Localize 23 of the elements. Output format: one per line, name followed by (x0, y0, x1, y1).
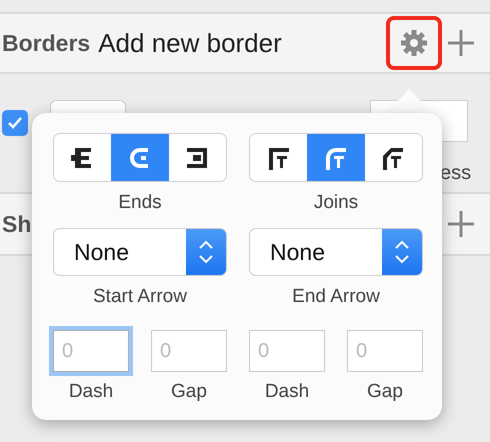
section-title: Borders (2, 28, 90, 58)
settings-icon[interactable] (399, 28, 429, 58)
input-field[interactable]: 0 (249, 330, 325, 372)
section-title: Sh (2, 210, 32, 239)
add-icon[interactable] (446, 209, 476, 239)
input-field[interactable]: 0 (53, 330, 129, 372)
field-label: Gap (366, 380, 404, 404)
field-label: Gap (170, 380, 208, 404)
field-label: Dash (264, 380, 310, 404)
arrow-select[interactable]: None (53, 228, 227, 276)
segmented-control[interactable] (249, 133, 423, 182)
input-field[interactable]: 0 (151, 330, 227, 372)
checkbox[interactable] (2, 110, 28, 136)
group-label: Joins (312, 192, 360, 214)
add-icon[interactable] (446, 28, 476, 58)
field-label: Dash (68, 380, 114, 404)
arrow-select[interactable]: None (249, 228, 423, 276)
segmented-control[interactable] (53, 133, 227, 182)
group-label: Ends (117, 192, 163, 214)
select-label: Start Arrow (92, 286, 188, 308)
input-field[interactable]: 0 (347, 330, 423, 372)
add-border-link[interactable]: Add new border (98, 24, 282, 62)
select-label: End Arrow (291, 286, 381, 308)
